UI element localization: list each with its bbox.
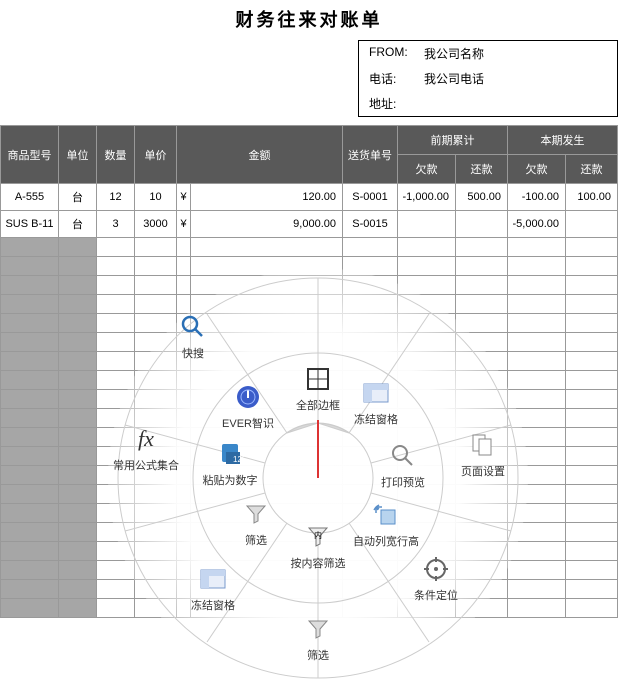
radial-freeze-r[interactable]: 冻结窗格 [336, 377, 416, 427]
cell[interactable]: 3000 [135, 211, 177, 238]
th-curr-debt: 欠款 [508, 155, 566, 184]
table-row[interactable]: SUS B-11 台 3 3000 ¥ 9,000.00 S-0015 -5,0… [1, 211, 618, 238]
cell[interactable]: SUS B-11 [1, 211, 59, 238]
radial-paste-num[interactable]: 123 粘贴为数字 [190, 438, 270, 488]
cell[interactable]: 3 [97, 211, 135, 238]
th-curr-group: 本期发生 [508, 126, 618, 155]
radial-fx[interactable]: fx 常用公式集合 [106, 423, 186, 473]
cell[interactable]: -100.00 [508, 184, 566, 211]
cell[interactable]: 台 [59, 211, 97, 238]
print-icon [390, 443, 416, 469]
th-qty: 数量 [97, 126, 135, 184]
search-icon [180, 314, 206, 340]
cell[interactable] [566, 211, 618, 238]
freeze-icon [363, 383, 389, 403]
cell[interactable]: ¥ [177, 211, 191, 238]
cell[interactable] [456, 211, 508, 238]
th-prev-group: 前期累计 [398, 126, 508, 155]
th-prev-debt: 欠款 [398, 155, 456, 184]
cell[interactable]: ¥ [177, 184, 191, 211]
radial-search[interactable]: 快搜 [153, 311, 233, 361]
from-value: 我公司名称 [424, 45, 607, 62]
cell[interactable]: 100.00 [566, 184, 618, 211]
tel-value: 我公司电话 [424, 70, 607, 87]
table-row[interactable]: A-555 台 12 10 ¥ 120.00 S-0001 -1,000.00 … [1, 184, 618, 211]
from-label: FROM: [369, 45, 424, 62]
fingerprint-icon [235, 384, 261, 410]
needle-indicator [317, 420, 319, 478]
radial-page-setup[interactable]: 页面设置 [443, 429, 523, 479]
border-icon [306, 367, 330, 391]
filter-icon [245, 503, 267, 525]
freeze-icon [200, 569, 226, 589]
cell[interactable]: -5,000.00 [508, 211, 566, 238]
radial-ever[interactable]: EVER智识 [208, 381, 288, 431]
cell[interactable]: A-555 [1, 184, 59, 211]
cell[interactable]: 台 [59, 184, 97, 211]
cell[interactable]: S-0015 [343, 211, 398, 238]
th-price: 单价 [135, 126, 177, 184]
tel-label: 电话: [369, 70, 424, 87]
cell[interactable]: -1,000.00 [398, 184, 456, 211]
radial-freeze-l[interactable]: 冻结窗格 [173, 563, 253, 613]
paste-icon: 123 [216, 442, 244, 466]
cell[interactable]: 12 [97, 184, 135, 211]
filter-icon [307, 618, 329, 640]
fx-icon: fx [138, 426, 154, 452]
page-title: 财务往来对账单 [0, 0, 618, 40]
svg-text:123: 123 [233, 455, 244, 464]
th-curr-repay: 还款 [566, 155, 618, 184]
cell[interactable]: 9,000.00 [191, 211, 343, 238]
radial-autofit[interactable]: 自动列宽行高 [346, 499, 426, 549]
addr-value [424, 95, 607, 112]
content-filter-icon: 内 [306, 525, 330, 549]
radial-filter2[interactable]: 筛选 [278, 613, 358, 663]
cell[interactable]: S-0001 [343, 184, 398, 211]
radial-menu[interactable]: 全部边框 快搜 EVER智识 冻结窗格 fx 常用公式集合 123 粘贴为数字 … [108, 268, 528, 688]
cell[interactable] [398, 211, 456, 238]
cell[interactable]: 500.00 [456, 184, 508, 211]
cell[interactable]: 120.00 [191, 184, 343, 211]
svg-text:内: 内 [314, 530, 322, 540]
th-unit: 单位 [59, 126, 97, 184]
cell[interactable]: 10 [135, 184, 177, 211]
th-delivery: 送货单号 [343, 126, 398, 184]
locate-icon [423, 556, 449, 582]
th-amount: 金额 [177, 126, 343, 184]
table-row[interactable] [1, 238, 618, 257]
page-icon [470, 433, 496, 457]
radial-print[interactable]: 打印预览 [363, 440, 443, 490]
company-info: FROM: 我公司名称 电话: 我公司电话 地址: [358, 40, 618, 117]
autofit-icon [373, 504, 399, 526]
th-prev-repay: 还款 [456, 155, 508, 184]
radial-locate[interactable]: 条件定位 [396, 553, 476, 603]
addr-label: 地址: [369, 95, 424, 112]
th-model: 商品型号 [1, 126, 59, 184]
